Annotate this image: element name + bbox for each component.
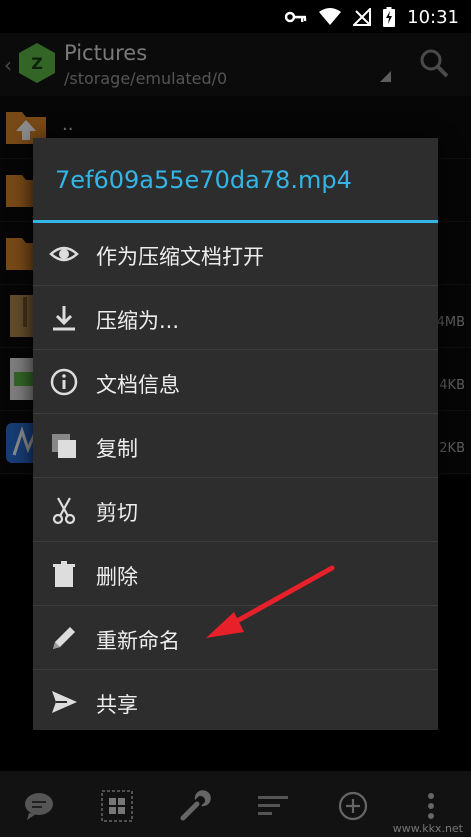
grid-select-icon xyxy=(101,790,133,822)
add-button[interactable] xyxy=(336,789,370,823)
annotation-arrow-icon xyxy=(206,565,335,638)
menu-item-compress-to[interactable]: 压缩为... xyxy=(33,287,438,350)
status-icons: 10:31 xyxy=(285,6,459,28)
trash-icon xyxy=(53,561,75,587)
status-bar: 10:31 xyxy=(0,0,471,33)
menu-item-file-info[interactable]: 文档信息 xyxy=(33,351,438,414)
menu-item-label: 压缩为... xyxy=(96,309,180,333)
dialog-title: 7ef609a55e70da78.mp4 xyxy=(55,166,352,194)
menu-item-label: 作为压缩文档打开 xyxy=(96,245,264,269)
sort-icon xyxy=(258,796,288,815)
more-options-button[interactable] xyxy=(414,789,448,823)
menu-item-label: 剪切 xyxy=(96,501,138,525)
menu-item-label: 复制 xyxy=(96,437,138,461)
menu-item-copy[interactable]: 复制 xyxy=(33,415,438,478)
sort-button[interactable] xyxy=(256,789,290,823)
eye-icon xyxy=(49,246,79,262)
more-vertical-icon xyxy=(428,793,434,819)
wrench-icon xyxy=(180,790,211,821)
copy-icon xyxy=(52,434,76,458)
watermark: www.kkx.net xyxy=(392,822,463,835)
chat-bubble-icon xyxy=(25,793,53,820)
no-signal-icon xyxy=(353,8,372,26)
menu-item-label: 共享 xyxy=(96,693,138,717)
scissors-icon xyxy=(52,497,76,525)
pencil-icon xyxy=(53,627,75,649)
menu-item-cut[interactable]: 剪切 xyxy=(33,479,438,542)
chat-button[interactable] xyxy=(22,789,56,823)
select-mode-button[interactable] xyxy=(100,789,134,823)
wifi-icon xyxy=(319,8,342,25)
key-icon xyxy=(285,11,307,23)
add-circle-icon xyxy=(338,791,368,821)
info-icon xyxy=(50,368,78,396)
menu-item-label: 文档信息 xyxy=(96,373,180,397)
share-icon xyxy=(52,691,77,713)
menu-item-label: 删除 xyxy=(96,565,138,589)
battery-charging-icon xyxy=(383,7,396,27)
menu-item-label: 重新命名 xyxy=(96,629,180,653)
download-icon xyxy=(53,306,75,331)
bottom-toolbar: www.kkx.net xyxy=(0,771,471,837)
menu-item-open-as-archive[interactable]: 作为压缩文档打开 xyxy=(33,223,438,286)
tools-button[interactable] xyxy=(178,789,212,823)
status-time: 10:31 xyxy=(407,6,459,28)
menu-item-share[interactable]: 共享 xyxy=(33,671,438,734)
